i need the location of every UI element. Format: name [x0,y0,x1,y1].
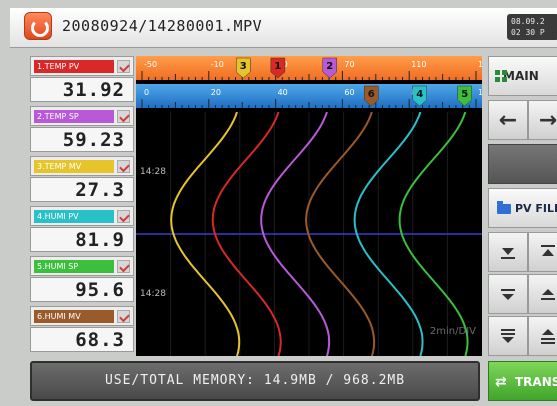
channel-marker: 4 [412,85,427,107]
clock-display: 08.09.2 02 30 P [507,14,557,40]
main-button-label: MAIN [503,69,539,83]
channel-tag: 2.TEMP SP [34,110,114,123]
scale-bottom: 020406080100645 [136,84,493,108]
channel-tag: 5.HUMI SP [34,260,114,273]
page-up-button[interactable] [528,274,557,314]
channel-value: 27.3 [30,177,134,202]
channel-value: 81.9 [30,227,134,252]
channel-marker: 1 [270,57,286,79]
channel-check-icon[interactable] [117,110,130,123]
arrow-down-triple-icon [501,329,515,343]
main-button[interactable]: MAIN [488,56,557,96]
channel-label-box[interactable]: 6.HUMI MV [30,306,134,326]
channel-label-box[interactable]: 4.HUMI PV [30,206,134,226]
marker-label: 5 [461,89,468,100]
grid-icon [495,70,500,75]
arrow-up-triple-icon [541,329,555,344]
scale-tick-label: 0 [144,88,149,97]
channel-tag: 4.HUMI PV [34,210,114,223]
scale-tick-label: 60 [344,88,354,97]
pv-file-button-label: PV FILE [515,202,557,215]
clock-date: 08.09.2 [511,17,545,26]
channel-value: 31.92 [30,77,134,102]
status-bar-dark [488,144,557,184]
scale-tick-label: 150 [478,60,482,69]
channel-check-icon[interactable] [117,210,130,223]
folder-icon [497,201,511,214]
channel-check-icon[interactable] [117,160,130,173]
time-label: 14:28 [140,167,166,177]
step-up-button[interactable] [528,316,557,356]
arrow-up-bar-icon [541,245,555,256]
arrow-down-lines-icon [501,289,515,300]
scroll-up-end-button[interactable] [528,232,557,272]
channel-value: 95.6 [30,277,134,302]
scale-top: -50-103070110150312 [136,56,493,80]
scroll-right-button[interactable]: → [528,100,557,140]
channel-label-box[interactable]: 2.TEMP SP [30,106,134,126]
transfer-button-label: TRANS [515,375,557,389]
channel-marker: 5 [457,85,472,107]
trend-chart: -50-103070110150312 020406080100645 14:2… [136,56,493,357]
scale-tick-label: 70 [344,60,354,69]
memory-text: USE/TOTAL MEMORY: 14.9MB / 968.2MB [104,373,406,388]
step-down-button[interactable] [488,316,528,356]
plot-area[interactable]: 14:28 14:28 2min/DIV [136,111,482,357]
scale-top-ruler: -50-103070110150312 [141,57,493,80]
channel-tag: 3.TEMP MV [34,160,114,173]
channel-value: 59.23 [30,127,134,152]
marker-label: 6 [368,89,375,100]
transfer-arrows-icon: ⇄ [495,374,507,390]
scroll-left-button[interactable]: ← [488,100,528,140]
page-down-button[interactable] [488,274,528,314]
channel-tag: 1.TEMP PV [34,60,114,73]
channel-tag: 6.HUMI MV [34,310,114,323]
scale-tick-label: 110 [411,60,426,69]
pv-file-button[interactable]: PV FILE [488,188,557,228]
time-label: 14:28 [140,289,166,299]
channel-check-icon[interactable] [117,260,130,273]
scale-tick-label: 20 [211,88,221,97]
scale-tick-label: 40 [278,88,288,97]
scale-tick-label: -10 [211,60,224,69]
arrow-up-lines-icon [541,289,555,300]
division-label: 2min/DIV [430,326,476,337]
scale-bottom-ruler: 020406080100645 [141,85,493,108]
scale-tick-label: -50 [144,60,157,69]
marker-label: 2 [326,61,333,72]
arrow-left-icon: ← [498,108,518,133]
arrow-right-icon: → [538,108,557,133]
channel-label-box[interactable]: 1.TEMP PV [30,56,134,76]
scroll-down-end-button[interactable] [488,232,528,272]
channel-marker: 3 [236,57,251,79]
channel-marker: 2 [322,57,338,79]
clock-time: 02 30 P [511,28,545,37]
channel-label-box[interactable]: 3.TEMP MV [30,156,134,176]
transfer-button[interactable]: ⇄ TRANS [488,361,557,401]
memory-status: USE/TOTAL MEMORY: 14.9MB / 968.2MB [30,361,480,401]
plot-svg: 14:28 14:28 2min/DIV [136,111,482,357]
channel-check-icon[interactable] [117,60,130,73]
marker-label: 4 [416,89,423,100]
channel-label-box[interactable]: 5.HUMI SP [30,256,134,276]
file-title: 20080924/14280001.MPV [62,17,263,35]
marker-label: 1 [274,61,281,72]
scale-tick-label: 100 [478,88,482,97]
channel-value: 68.3 [30,327,134,352]
marker-label: 3 [240,61,247,72]
app-logo-icon[interactable] [24,12,52,40]
channel-check-icon[interactable] [117,310,130,323]
arrow-down-bar-icon [501,248,515,259]
